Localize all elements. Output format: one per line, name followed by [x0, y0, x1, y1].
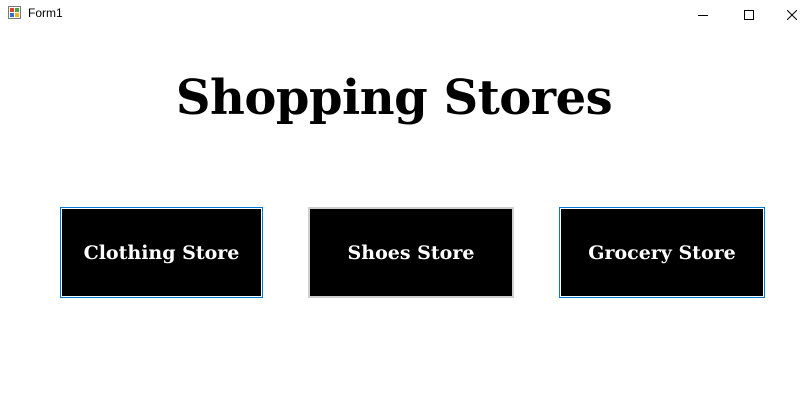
maximize-button[interactable]: [726, 0, 772, 29]
grocery-store-button[interactable]: Grocery Store: [559, 207, 765, 298]
app-icon: [8, 6, 21, 19]
maximize-icon: [744, 9, 754, 20]
minimize-button[interactable]: [680, 0, 726, 29]
clothing-store-button[interactable]: Clothing Store: [60, 207, 263, 298]
form-window: Form1 Shopping Stores Clothing Store Sho…: [0, 0, 812, 408]
minimize-icon: [698, 14, 708, 16]
close-button[interactable]: [772, 0, 812, 29]
window-title: Form1: [28, 6, 63, 20]
close-icon: [787, 9, 797, 20]
page-title: Shopping Stores: [175, 70, 613, 126]
shoes-store-button[interactable]: Shoes Store: [308, 207, 514, 298]
title-bar[interactable]: Form1: [0, 0, 812, 30]
